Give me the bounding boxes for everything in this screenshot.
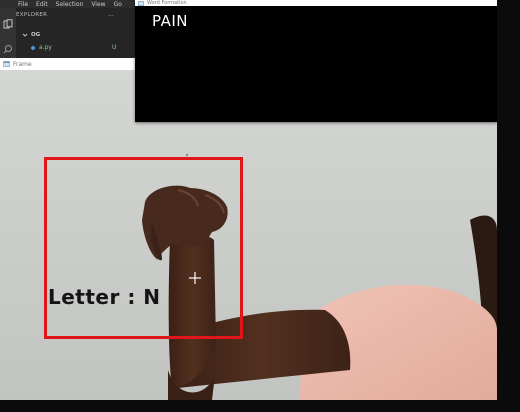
folder-og[interactable]: OG xyxy=(22,32,40,38)
explorer-title: EXPLORER xyxy=(16,12,48,18)
python-file-icon xyxy=(30,45,36,50)
menu-go[interactable]: Go xyxy=(114,1,122,8)
git-status-badge: U xyxy=(112,44,117,51)
formed-word: PAIN xyxy=(152,12,188,30)
folder-label: OG xyxy=(31,32,41,38)
desktop-edge-bottom xyxy=(0,400,520,412)
word-formation-window: Word Formation PAIN xyxy=(135,0,497,122)
crosshair-cursor-icon xyxy=(189,272,201,284)
word-formation-titlebar[interactable]: Word Formation xyxy=(135,0,497,6)
desktop-edge-right xyxy=(497,0,520,412)
chevron-down-icon xyxy=(22,33,28,37)
file-item-a-py[interactable]: a.py xyxy=(30,44,52,51)
menu-edit[interactable]: Edit xyxy=(36,1,48,8)
window-app-icon xyxy=(138,0,144,6)
explorer-icon[interactable] xyxy=(3,19,13,29)
file-label: a.py xyxy=(39,44,52,51)
menu-view[interactable]: View xyxy=(91,1,105,8)
more-actions-icon[interactable]: ... xyxy=(108,11,114,18)
detection-box xyxy=(44,157,243,339)
vscode-window: File Edit Selection View Go EXPLORER ...… xyxy=(0,0,136,58)
search-icon[interactable] xyxy=(3,44,13,54)
activity-bar xyxy=(0,8,16,58)
menu-selection[interactable]: Selection xyxy=(56,1,84,8)
vscode-menubar: File Edit Selection View Go xyxy=(0,0,136,8)
detected-letter-label: Letter : N xyxy=(48,285,161,309)
word-formation-title: Word Formation xyxy=(147,0,187,6)
frame-title: Frame xyxy=(13,60,32,68)
window-app-icon xyxy=(3,61,10,67)
menu-file[interactable]: File xyxy=(18,1,28,8)
